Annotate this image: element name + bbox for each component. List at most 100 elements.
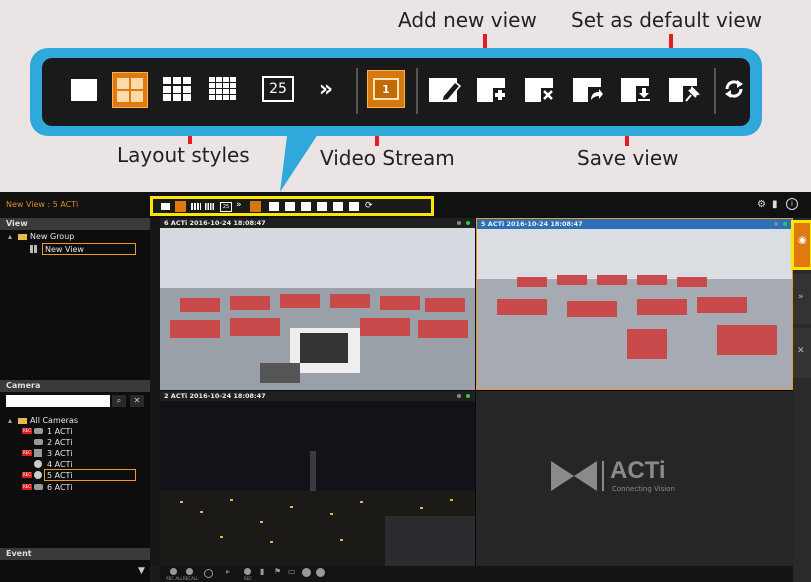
view-name: New View xyxy=(45,245,84,254)
camera-tile-empty[interactable]: ACTi Connecting Vision xyxy=(476,391,793,566)
camera-item[interactable]: 1 ACTi xyxy=(47,427,72,436)
recall-button[interactable] xyxy=(186,568,193,575)
mini-layout-25[interactable]: 25 xyxy=(220,202,232,212)
mini-layout-3x3[interactable] xyxy=(191,203,201,210)
all-cameras-group[interactable]: All Cameras xyxy=(30,416,78,425)
audio-icon xyxy=(457,394,461,398)
rec-badge: REC xyxy=(22,472,32,478)
box-camera-icon xyxy=(34,449,42,457)
layout-25-button[interactable]: 25 xyxy=(262,76,294,102)
tree-expand-icon[interactable]: ▴ xyxy=(8,416,12,425)
camera-item[interactable]: 2 ACTi xyxy=(47,438,72,447)
more-layouts-button[interactable]: » xyxy=(314,74,338,104)
camera-item[interactable]: 6 ACTi xyxy=(47,483,72,492)
mini-layout-4x4[interactable] xyxy=(205,203,215,210)
grid-4x4-icon xyxy=(209,77,236,100)
delete-view-icon xyxy=(525,78,555,102)
camera-tile-label: 6 ACTi 2016-10-24 18:08:47 xyxy=(164,219,266,227)
playback-tab[interactable]: » xyxy=(793,274,811,324)
camera-item[interactable]: 3 ACTi xyxy=(47,449,72,458)
mini-more-layouts[interactable]: » xyxy=(236,200,242,210)
playback-control-bar: REC ALL RECALL ▸ REC ▮ ⚑ ▭ xyxy=(160,566,793,582)
camera-item-selected[interactable]: 5 ACTi xyxy=(44,469,136,481)
microphone-icon[interactable]: ▮ xyxy=(260,567,264,576)
status-indicator xyxy=(466,221,470,225)
city-video-feed xyxy=(160,401,475,566)
mini-add-view[interactable] xyxy=(285,202,295,211)
camera-tile[interactable]: 6 ACTi 2016-10-24 18:08:47 xyxy=(160,218,475,390)
toolbar-enlarged: 25 » 1 xyxy=(42,58,750,126)
add-new-view-button[interactable] xyxy=(476,72,512,106)
rec-button[interactable] xyxy=(244,568,251,575)
layout-4x4-button[interactable] xyxy=(208,76,238,102)
snapshot-icon[interactable]: ▭ xyxy=(288,567,296,576)
refresh-icon xyxy=(725,80,743,98)
eye-icon: ◉ xyxy=(798,235,807,246)
save-view-button[interactable] xyxy=(620,72,656,106)
audio-icon xyxy=(457,221,461,225)
mini-layout-2x2[interactable] xyxy=(175,201,186,212)
document-icon[interactable]: ▮ xyxy=(772,199,778,210)
rec-badge: REC xyxy=(22,428,32,434)
set-default-view-button[interactable] xyxy=(668,72,704,106)
fast-forward-icon: » xyxy=(798,292,804,302)
export-view-button[interactable] xyxy=(572,72,608,106)
rec-badge: REC xyxy=(22,450,32,456)
clear-icon[interactable]: ✕ xyxy=(130,395,144,407)
search-icon[interactable]: ⌕ xyxy=(112,395,126,407)
layout-2x2-button[interactable] xyxy=(112,72,148,108)
tree-expand-icon[interactable]: ▴ xyxy=(8,232,12,241)
view-cycle-button[interactable] xyxy=(720,74,748,104)
delete-view-button[interactable] xyxy=(524,72,560,106)
play-icon[interactable]: ▸ xyxy=(226,567,230,576)
office-video-feed xyxy=(160,228,475,390)
filter-icon[interactable]: ▼ xyxy=(138,566,145,576)
video-grid: 6 ACTi 2016-10-24 18:08:47 5 ACTi 2016-1… xyxy=(160,218,793,566)
camera-tile[interactable]: 2 ACTi 2016-10-24 18:08:47 xyxy=(160,391,475,566)
layout-1x1-button[interactable] xyxy=(70,78,98,102)
mini-save-view[interactable] xyxy=(333,202,343,211)
live-view-tab[interactable]: ◉ xyxy=(791,220,811,270)
mini-export-view[interactable] xyxy=(317,202,327,211)
layout-3x3-button[interactable] xyxy=(162,76,192,102)
mini-layout-1x1[interactable] xyxy=(161,203,170,210)
stream-select-icon[interactable] xyxy=(316,568,325,577)
rec-all-button[interactable] xyxy=(170,568,177,575)
camera-search-input[interactable] xyxy=(6,395,110,407)
quad-layout-icon xyxy=(117,78,143,102)
stream-select-icon[interactable] xyxy=(302,568,311,577)
camera-item[interactable]: 4 ACTi xyxy=(47,460,72,469)
bullet-camera-icon xyxy=(34,428,43,434)
grid-3x3-icon xyxy=(163,77,191,101)
mini-video-stream[interactable] xyxy=(250,201,261,212)
callout-pointer xyxy=(280,128,322,192)
group-name[interactable]: New Group xyxy=(30,232,74,241)
setup-tab[interactable]: ✕ xyxy=(793,328,811,378)
edit-view-icon xyxy=(429,78,462,102)
info-icon[interactable]: i xyxy=(786,198,798,210)
rec-label: REC xyxy=(244,576,253,581)
mini-delete-view[interactable] xyxy=(301,202,311,211)
mini-default-view[interactable] xyxy=(349,202,359,211)
edit-view-button[interactable] xyxy=(428,72,464,106)
view-item-selected[interactable]: New View xyxy=(42,243,136,255)
camera-section-header: Camera xyxy=(0,380,150,392)
mini-cycle-view[interactable]: ⟳ xyxy=(365,201,373,211)
broadcast-icon[interactable] xyxy=(204,569,213,578)
logo-divider xyxy=(602,461,604,491)
video-stream-button[interactable]: 1 xyxy=(367,70,405,108)
pin-view-icon xyxy=(669,78,700,102)
add-view-icon xyxy=(477,78,507,102)
folder-icon xyxy=(18,418,27,424)
mini-edit-view[interactable] xyxy=(269,202,279,211)
title-bar: New View : 5 ACTi 25 » ⟳ ⚙ ▮ i xyxy=(0,192,811,218)
sidebar-splitter[interactable] xyxy=(150,218,160,566)
settings-gear-icon[interactable]: ⚙ xyxy=(757,199,766,210)
callout-save-view: Save view xyxy=(577,146,679,170)
recall-label: RECALL xyxy=(183,576,199,581)
bookmark-icon[interactable]: ⚑ xyxy=(274,567,281,576)
toolbar-highlight: 25 » ⟳ xyxy=(150,196,434,216)
camera-tile-selected[interactable]: 5 ACTi 2016-10-24 18:08:47 xyxy=(476,218,793,390)
dome-camera-icon xyxy=(34,471,42,479)
bullet-camera-icon xyxy=(34,484,43,490)
